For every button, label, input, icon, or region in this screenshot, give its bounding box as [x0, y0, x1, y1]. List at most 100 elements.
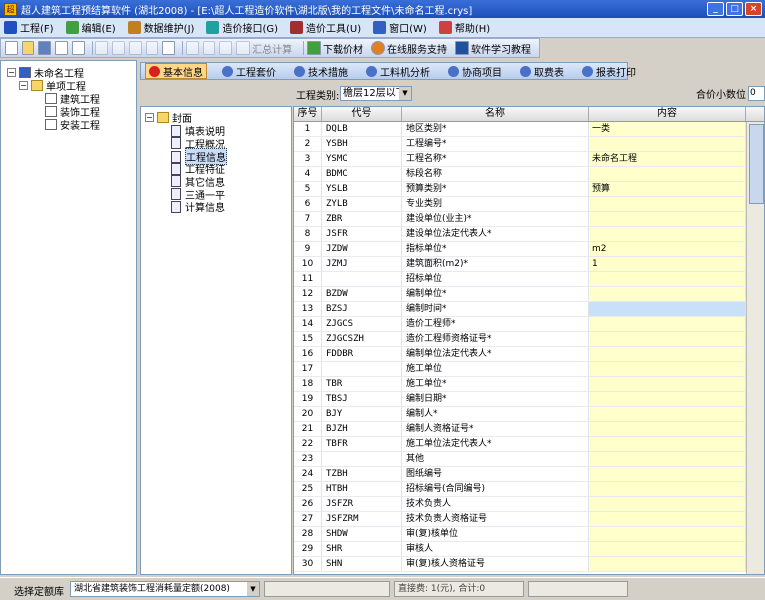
cell-value[interactable] — [589, 422, 746, 436]
table-row[interactable]: 24 TZBH 图纸编号 — [294, 467, 746, 482]
tab-3[interactable]: 工料机分析 — [363, 63, 433, 79]
cell-value[interactable] — [589, 302, 746, 316]
menu-item-1[interactable]: 编辑(E) — [65, 20, 116, 35]
cell-value[interactable] — [589, 272, 746, 286]
cell-value[interactable] — [589, 497, 746, 511]
vertical-scrollbar[interactable] — [746, 122, 764, 574]
cell-value[interactable] — [589, 392, 746, 406]
insert-icon[interactable] — [185, 41, 199, 55]
tab-0[interactable]: 基本信息 — [145, 63, 207, 79]
cell-value[interactable] — [589, 137, 746, 151]
cut-icon[interactable] — [112, 41, 125, 55]
table-row[interactable]: 8 JSFR 建设单位法定代表人* — [294, 227, 746, 242]
table-row[interactable]: 11 招标单位 — [294, 272, 746, 287]
cell-value[interactable] — [589, 317, 746, 331]
minimize-button[interactable]: _ — [707, 2, 724, 16]
cell-value[interactable]: 1 — [589, 257, 746, 271]
collapse-icon[interactable]: − — [145, 113, 154, 122]
table-row[interactable]: 19 TBSJ 编制日期* — [294, 392, 746, 407]
open-folder-icon[interactable] — [21, 41, 35, 55]
cell-value[interactable] — [589, 332, 746, 346]
scrollbar-thumb[interactable] — [749, 124, 764, 204]
cell-value[interactable] — [589, 482, 746, 496]
header-value[interactable]: 内容 — [589, 107, 746, 121]
tab-2[interactable]: 技术措施 — [291, 63, 351, 79]
cell-value[interactable] — [589, 437, 746, 451]
cell-value[interactable]: 预算 — [589, 182, 746, 196]
copy-icon[interactable] — [128, 41, 142, 55]
table-row[interactable]: 7 ZBR 建设单位(业主)* — [294, 212, 746, 227]
table-row[interactable]: 15 ZJGCSZH 造价工程师资格证号* — [294, 332, 746, 347]
calc-button[interactable]: 汇总计算 — [236, 41, 292, 56]
table-row[interactable]: 17 施工单位 — [294, 362, 746, 377]
delete-icon[interactable] — [202, 41, 216, 55]
cell-value[interactable] — [589, 227, 746, 241]
chevron-down-icon[interactable]: ▼ — [247, 582, 259, 596]
table-row[interactable]: 2 YSBH 工程编号* — [294, 137, 746, 152]
menu-item-3[interactable]: 造价接口(G) — [206, 20, 278, 35]
table-row[interactable]: 23 其他 — [294, 452, 746, 467]
table-row[interactable]: 12 BZDW 编制单位* — [294, 287, 746, 302]
paste-icon[interactable] — [145, 41, 159, 55]
table-row[interactable]: 14 ZJGCS 造价工程师* — [294, 317, 746, 332]
quota-library-select[interactable]: 湖北省建筑装饰工程消耗量定额(2008) ▼ — [70, 581, 260, 597]
online-support-button[interactable]: 在线服务支持 — [371, 41, 447, 56]
cell-value[interactable] — [589, 362, 746, 376]
cell-value[interactable] — [589, 527, 746, 541]
save-icon[interactable] — [38, 41, 52, 55]
menu-item-2[interactable]: 数据维护(J) — [127, 20, 194, 35]
cell-value[interactable]: 一类 — [589, 122, 746, 136]
header-num[interactable]: 序号 — [294, 107, 322, 121]
collapse-icon[interactable]: − — [19, 81, 28, 90]
cell-value[interactable] — [589, 347, 746, 361]
cell-value[interactable]: 未命名工程 — [589, 152, 746, 166]
preview-icon[interactable] — [71, 41, 85, 55]
table-row[interactable]: 21 BJZH 编制人资格证号* — [294, 422, 746, 437]
cell-value[interactable] — [589, 467, 746, 481]
table-row[interactable]: 18 TBR 施工单位* — [294, 377, 746, 392]
menu-item-0[interactable]: 工程(F) — [4, 20, 54, 35]
header-name[interactable]: 名称 — [402, 107, 589, 121]
table-row[interactable]: 29 SHR 审核人 — [294, 542, 746, 557]
table-row[interactable]: 1 DQLB 地区类别* 一类 — [294, 122, 746, 137]
table-row[interactable]: 30 SHN 审(复)核人资格证号 — [294, 557, 746, 572]
undo-icon[interactable] — [95, 41, 109, 55]
cell-value[interactable] — [589, 377, 746, 391]
table-row[interactable]: 5 YSLB 预算类别* 预算 — [294, 182, 746, 197]
cell-value[interactable] — [589, 287, 746, 301]
table-row[interactable]: 10 JZMJ 建筑面积(m2)* 1 — [294, 257, 746, 272]
download-prices-button[interactable]: 下载价材 — [307, 41, 363, 56]
table-row[interactable]: 26 JSFZR 技术负责人 — [294, 497, 746, 512]
category-item[interactable]: 计算信息 — [171, 199, 225, 214]
menu-item-4[interactable]: 造价工具(U) — [290, 20, 361, 35]
table-row[interactable]: 27 JSFZRM 技术负责人资格证号 — [294, 512, 746, 527]
table-row[interactable]: 3 YSMC 工程名称* 未命名工程 — [294, 152, 746, 167]
table-row[interactable]: 4 BDMC 标段名称 — [294, 167, 746, 182]
table-row[interactable]: 13 BZSJ 编制时间* — [294, 302, 746, 317]
menu-item-6[interactable]: 帮助(H) — [438, 20, 490, 35]
cell-value[interactable] — [589, 542, 746, 556]
tab-4[interactable]: 协商项目 — [445, 63, 505, 79]
tab-1[interactable]: 工程套价 — [219, 63, 279, 79]
header-code[interactable]: 代号 — [322, 107, 402, 121]
cell-value[interactable] — [589, 407, 746, 421]
table-row[interactable]: 22 TBFR 施工单位法定代表人* — [294, 437, 746, 452]
table-row[interactable]: 9 JZDW 指标单位* m2 — [294, 242, 746, 257]
cell-value[interactable]: m2 — [589, 242, 746, 256]
tab-6[interactable]: 报表打印 — [579, 63, 639, 79]
table-row[interactable]: 25 HTBH 招标编号(合同编号) — [294, 482, 746, 497]
cell-value[interactable] — [589, 197, 746, 211]
collapse-icon[interactable]: − — [7, 68, 16, 77]
cell-value[interactable] — [589, 452, 746, 466]
sort-icon[interactable] — [219, 41, 233, 55]
table-row[interactable]: 20 BJY 编制人* — [294, 407, 746, 422]
project-category-select[interactable]: 檐层12层以下 ▼ — [340, 86, 412, 101]
decimal-places-input[interactable]: 0 — [748, 86, 765, 101]
print-icon[interactable] — [55, 41, 68, 55]
table-row[interactable]: 6 ZYLB 专业类别 — [294, 197, 746, 212]
close-button[interactable]: × — [745, 2, 762, 16]
tutorial-button[interactable]: 软件学习教程 — [455, 41, 531, 56]
maximize-button[interactable]: □ — [726, 2, 743, 16]
table-row[interactable]: 16 FDDBR 编制单位法定代表人* — [294, 347, 746, 362]
find-icon[interactable] — [162, 41, 176, 55]
